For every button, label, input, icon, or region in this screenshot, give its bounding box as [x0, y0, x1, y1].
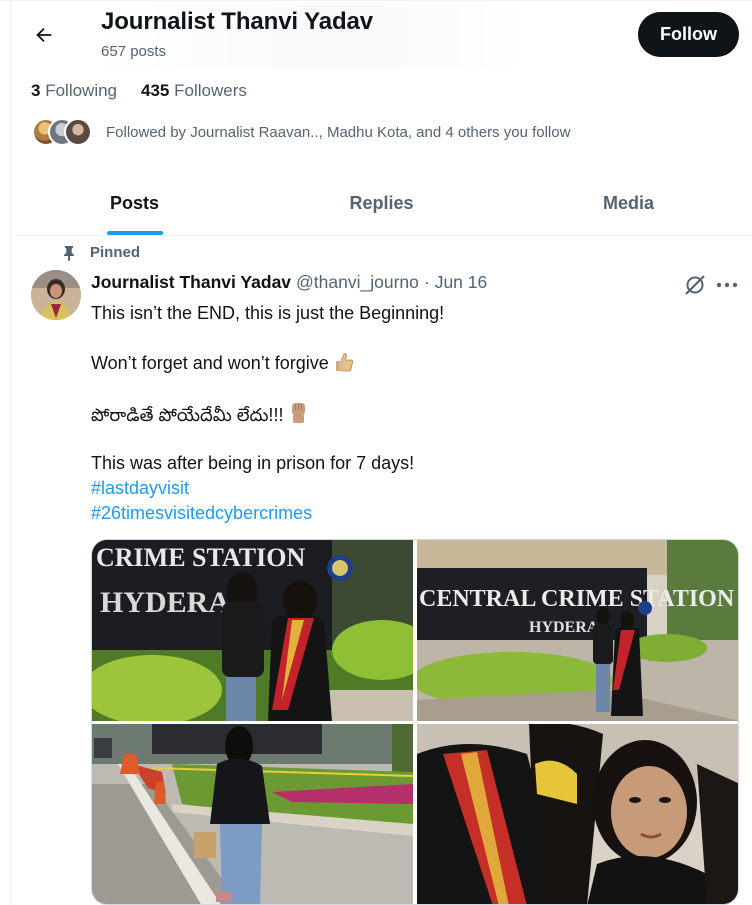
- followers-link[interactable]: 435 Followers: [141, 81, 247, 101]
- separator-dot: ·: [423, 272, 430, 292]
- sign-text: HYDERA: [100, 586, 230, 619]
- raised-fist-emoji: [292, 403, 306, 423]
- active-tab-indicator: [106, 231, 163, 235]
- profile-header: Journalist Thanvi Yadav 657 posts Follow: [0, 0, 752, 72]
- pinned-indicator: Pinned: [62, 244, 140, 261]
- followers-label: Followers: [174, 81, 247, 100]
- tweet-line-with-emoji: పోరాడితే పోయేదేమీ లేదు!!!: [91, 401, 444, 426]
- mutual-avatars: [32, 118, 94, 146]
- tweet-line: పోరాడితే పోయేదేమీ లేదు!!!: [91, 405, 284, 425]
- follow-button[interactable]: Follow: [638, 12, 739, 57]
- tweet-line: This was after being in prison for 7 day…: [91, 453, 415, 473]
- hashtag-link[interactable]: #lastdayvisit: [91, 476, 444, 501]
- tweet-photo[interactable]: CENTRAL CRIME STATION HYDERA: [417, 540, 738, 721]
- followed-by-text: Followed by Journalist Raavan.., Madhu K…: [106, 123, 571, 141]
- media-grid: CRIME STATION HYDERA CENTRAL CRIME STATI…: [91, 539, 739, 905]
- tweet-photo[interactable]: [92, 724, 413, 904]
- grok-button[interactable]: [682, 272, 708, 298]
- following-count: 3: [31, 81, 41, 100]
- avatar-photo: [31, 270, 81, 320]
- followers-count: 435: [141, 81, 170, 100]
- tweet-line-with-emoji: Won’t forget and won’t forgive: [91, 351, 444, 376]
- post-count: 657 posts: [101, 43, 167, 60]
- sign-text: CENTRAL CRIME STATION: [419, 586, 735, 612]
- tweet-date[interactable]: Jun 16: [435, 272, 488, 293]
- following-link[interactable]: 3 Following: [31, 81, 117, 101]
- author-avatar[interactable]: [31, 270, 81, 320]
- sign-text: HYDERA: [529, 619, 599, 636]
- sign-text: CRIME STATION: [96, 543, 305, 572]
- tweet-photo[interactable]: [417, 724, 738, 904]
- hashtag-link[interactable]: #26timesvisitedcybercrimes: [91, 501, 444, 526]
- followed-by-row[interactable]: Followed by Journalist Raavan.., Madhu K…: [32, 118, 570, 146]
- thumbs-up-emoji: [335, 353, 353, 372]
- tab-label: Media: [602, 193, 654, 213]
- follow-stats: 3 Following 435 Followers: [31, 81, 247, 101]
- tab-label: Replies: [349, 193, 414, 213]
- pin-icon: [64, 245, 74, 261]
- column-border: [10, 0, 11, 905]
- tweet-header: Journalist Thanvi Yadav @thanvi_journo ·…: [91, 272, 487, 293]
- tweet-line: This isn’t the END, this is just the Beg…: [91, 303, 445, 323]
- more-options-button[interactable]: [713, 272, 741, 298]
- tweet-text: This isn’t the END, this is just the Beg…: [91, 301, 444, 526]
- avatar: [64, 118, 92, 146]
- pinned-label: Pinned: [90, 244, 141, 261]
- more-dots-icon: [716, 282, 738, 288]
- author-name[interactable]: Journalist Thanvi Yadav: [91, 272, 291, 293]
- author-handle[interactable]: @thanvi_journo: [296, 272, 419, 293]
- following-label: Following: [45, 81, 118, 100]
- tab-label: Posts: [109, 193, 160, 213]
- arrow-left-icon: [36, 27, 52, 43]
- back-button[interactable]: [26, 17, 62, 53]
- tab-replies[interactable]: Replies: [258, 172, 505, 235]
- profile-tabs: Posts Replies Media: [11, 172, 752, 236]
- tweet-line: Won’t forget and won’t forgive: [91, 353, 329, 373]
- profile-name: Journalist Thanvi Yadav: [101, 8, 374, 35]
- tab-posts[interactable]: Posts: [11, 172, 258, 235]
- grok-icon: [685, 275, 705, 295]
- tweet-photo[interactable]: CRIME STATION HYDERA: [92, 540, 413, 721]
- tab-media[interactable]: Media: [505, 172, 752, 235]
